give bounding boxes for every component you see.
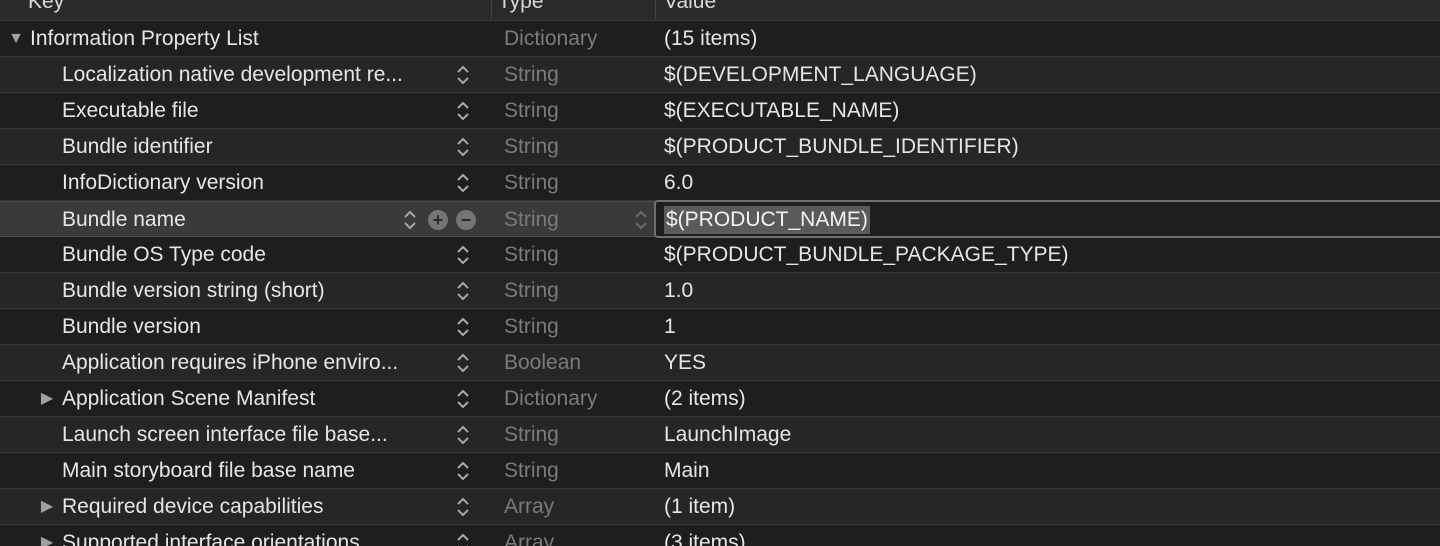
- value-cell[interactable]: 6.0: [664, 165, 1434, 200]
- value-column-header[interactable]: Value: [664, 0, 716, 14]
- key-cell[interactable]: Supported interface orientations: [62, 525, 445, 546]
- plist-row[interactable]: Bundle OS Type code String $(PRODUCT_BUNDL…: [0, 237, 1440, 273]
- type-cell[interactable]: String: [504, 453, 654, 488]
- type-cell[interactable]: String: [504, 165, 654, 200]
- plist-editor: Key Type Value ▼ Information Property Lis…: [0, 0, 1440, 546]
- add-row-icon[interactable]: +: [428, 210, 448, 230]
- key-cell[interactable]: Bundle version string (short): [62, 273, 445, 308]
- key-cell[interactable]: Information Property List: [30, 21, 445, 56]
- value-cell[interactable]: Main: [664, 453, 1434, 488]
- disclosure-triangle-right-icon[interactable]: ▶: [37, 381, 57, 416]
- key-cell[interactable]: Bundle OS Type code: [62, 237, 445, 272]
- key-stepper-icon[interactable]: [455, 100, 471, 122]
- type-cell[interactable]: Boolean: [504, 345, 654, 380]
- plist-row[interactable]: Localization native development re... Str…: [0, 57, 1440, 93]
- type-cell[interactable]: Dictionary: [504, 21, 654, 56]
- key-cell[interactable]: Executable file: [62, 93, 445, 128]
- key-stepper-icon[interactable]: [455, 388, 471, 410]
- value-cell[interactable]: (2 items): [664, 381, 1434, 416]
- value-cell[interactable]: (15 items): [664, 21, 1434, 56]
- value-cell[interactable]: 1.0: [664, 273, 1434, 308]
- key-stepper-icon[interactable]: [455, 532, 471, 546]
- type-cell[interactable]: String: [504, 237, 654, 272]
- plist-row[interactable]: Application requires iPhone enviro... Boo…: [0, 345, 1440, 381]
- type-cell[interactable]: String: [504, 93, 654, 128]
- key-stepper-icon[interactable]: [455, 496, 471, 518]
- key-stepper-icon[interactable]: [455, 172, 471, 194]
- key-cell[interactable]: Required device capabilities: [62, 489, 445, 524]
- column-divider[interactable]: [655, 0, 656, 20]
- value-cell[interactable]: $(EXECUTABLE_NAME): [664, 93, 1434, 128]
- plist-row[interactable]: Main storyboard file base name String Main: [0, 453, 1440, 489]
- value-cell[interactable]: 1: [664, 309, 1434, 344]
- value-selected-text[interactable]: $(PRODUCT_NAME): [664, 206, 870, 234]
- value-cell[interactable]: (3 items): [664, 525, 1434, 546]
- plist-row[interactable]: Bundle version String 1: [0, 309, 1440, 345]
- key-cell[interactable]: Bundle identifier: [62, 129, 445, 164]
- key-cell[interactable]: Launch screen interface file base...: [62, 417, 445, 452]
- plist-row[interactable]: ▶ Supported interface orientations Array (3…: [0, 525, 1440, 546]
- type-cell[interactable]: String: [504, 273, 654, 308]
- disclosure-triangle-right-icon[interactable]: ▶: [37, 489, 57, 524]
- remove-row-icon[interactable]: −: [456, 210, 476, 230]
- value-cell[interactable]: LaunchImage: [664, 417, 1434, 452]
- value-cell[interactable]: (1 item): [664, 489, 1434, 524]
- plist-row[interactable]: ▶ Required device capabilities Array (1 ite…: [0, 489, 1440, 525]
- plist-row[interactable]: Bundle identifier String $(PRODUCT_BUNDLE_…: [0, 129, 1440, 165]
- disclosure-triangle-down-icon[interactable]: ▼: [6, 21, 26, 56]
- key-cell[interactable]: Application requires iPhone enviro...: [62, 345, 445, 380]
- plist-row[interactable]: ▼ Information Property List Dictionary (15 …: [0, 21, 1440, 57]
- value-edit-field[interactable]: $(PRODUCT_NAME): [654, 200, 1440, 238]
- key-cell[interactable]: Bundle version: [62, 309, 445, 344]
- type-cell[interactable]: String: [504, 202, 654, 237]
- type-cell[interactable]: Array: [504, 489, 654, 524]
- type-column-header[interactable]: Type: [498, 0, 544, 14]
- plist-row[interactable]: Executable file String $(EXECUTABLE_NAME): [0, 93, 1440, 129]
- type-cell[interactable]: String: [504, 417, 654, 452]
- disclosure-triangle-right-icon[interactable]: ▶: [37, 525, 57, 546]
- plist-row[interactable]: ▶ Application Scene Manifest Dictionary (2 …: [0, 381, 1440, 417]
- key-stepper-icon[interactable]: [455, 136, 471, 158]
- type-cell[interactable]: Array: [504, 525, 654, 546]
- key-stepper-icon[interactable]: [455, 460, 471, 482]
- type-cell[interactable]: String: [504, 57, 654, 92]
- key-cell[interactable]: Application Scene Manifest: [62, 381, 445, 416]
- plist-row[interactable]: Bundle version string (short) String 1.0: [0, 273, 1440, 309]
- key-cell[interactable]: Main storyboard file base name: [62, 453, 445, 488]
- key-cell[interactable]: Bundle name: [62, 202, 445, 237]
- column-header: Key Type Value: [0, 0, 1440, 21]
- key-cell[interactable]: InfoDictionary version: [62, 165, 445, 200]
- key-cell[interactable]: Localization native development re...: [62, 57, 445, 92]
- key-stepper-icon[interactable]: [455, 64, 471, 86]
- value-cell[interactable]: $(DEVELOPMENT_LANGUAGE): [664, 57, 1434, 92]
- key-stepper-icon[interactable]: [455, 316, 471, 338]
- type-cell[interactable]: String: [504, 309, 654, 344]
- key-column-header[interactable]: Key: [28, 0, 64, 14]
- column-divider[interactable]: [491, 0, 492, 20]
- plist-row-selected[interactable]: Bundle name + − String $(PRODUCT_NAME): [0, 200, 1440, 238]
- value-cell[interactable]: $(PRODUCT_BUNDLE_IDENTIFIER): [664, 129, 1434, 164]
- type-cell[interactable]: Dictionary: [504, 381, 654, 416]
- key-stepper-icon[interactable]: [402, 209, 418, 231]
- value-cell[interactable]: $(PRODUCT_BUNDLE_PACKAGE_TYPE): [664, 237, 1434, 272]
- plist-row[interactable]: InfoDictionary version String 6.0: [0, 165, 1440, 201]
- key-stepper-icon[interactable]: [455, 280, 471, 302]
- type-stepper-icon[interactable]: [633, 209, 649, 231]
- value-cell[interactable]: YES: [664, 345, 1434, 380]
- key-stepper-icon[interactable]: [455, 424, 471, 446]
- key-stepper-icon[interactable]: [455, 352, 471, 374]
- key-stepper-icon[interactable]: [455, 244, 471, 266]
- type-cell[interactable]: String: [504, 129, 654, 164]
- plist-row[interactable]: Launch screen interface file base... Stri…: [0, 417, 1440, 453]
